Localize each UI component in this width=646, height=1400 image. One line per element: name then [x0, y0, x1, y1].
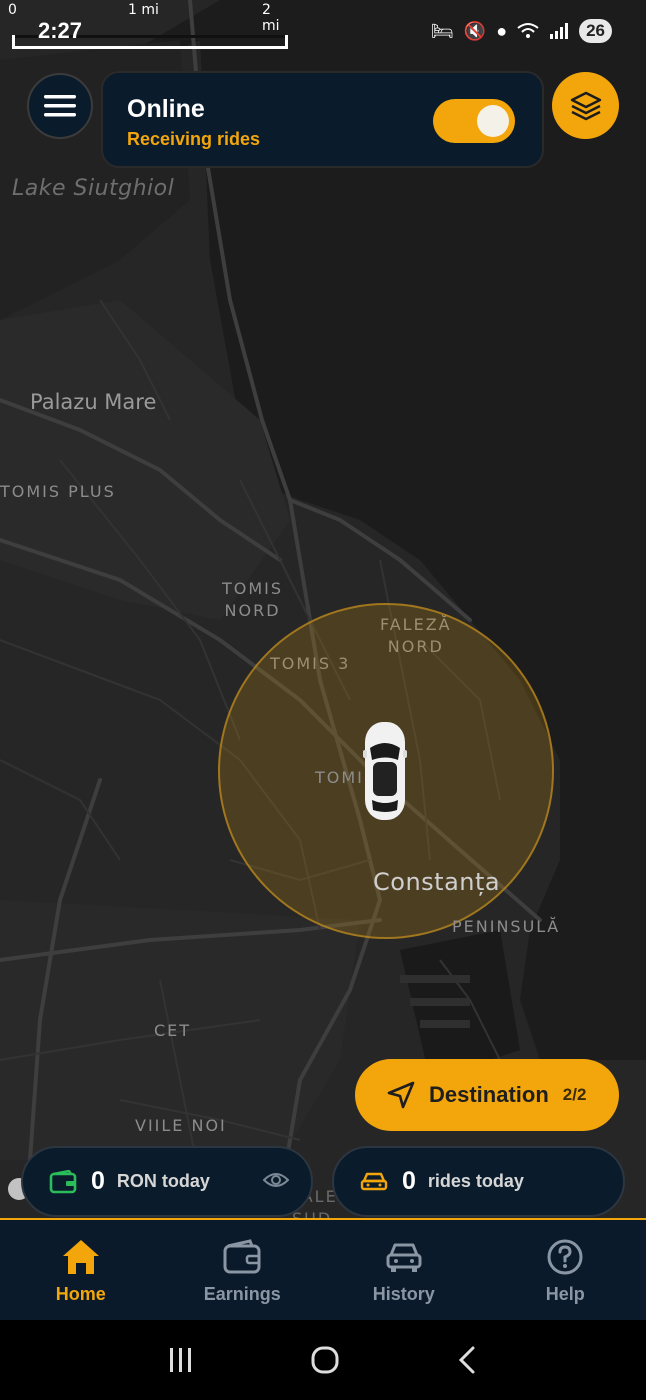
layers-icon	[570, 91, 601, 120]
wifi-icon	[517, 23, 539, 38]
map-label-lake: Lake Siutghiol	[12, 176, 175, 201]
wallet-icon	[223, 1239, 261, 1274]
toggle-knob	[477, 105, 509, 137]
online-status-card: Online Receiving rides	[101, 71, 544, 168]
earnings-label: RON today	[116, 1171, 210, 1191]
scale-end: 2 mi	[262, 2, 280, 34]
destination-label: Destination	[429, 1082, 549, 1107]
rides-value: 0	[402, 1167, 416, 1195]
earnings-value: 0	[91, 1167, 105, 1195]
earnings-today-card[interactable]: 0 RON today	[21, 1146, 313, 1217]
rides-today-card[interactable]: 0 rides today	[332, 1146, 625, 1217]
rides-label: rides today	[427, 1171, 524, 1191]
destination-button[interactable]: Destination 2/2	[355, 1059, 619, 1131]
system-nav-bar	[0, 1320, 646, 1400]
online-status-title: Online	[127, 95, 205, 123]
signal-icon	[550, 23, 569, 39]
map-label-constanta: Constanța	[373, 868, 501, 896]
eye-icon[interactable]	[263, 1170, 289, 1190]
home-circle-icon[interactable]	[310, 1345, 340, 1375]
nav-earnings[interactable]: Earnings	[162, 1220, 324, 1320]
nav-help-label: Help	[545, 1284, 585, 1304]
bottom-nav: Home Earnings History Help	[0, 1218, 646, 1320]
back-icon[interactable]	[455, 1345, 479, 1375]
status-icons: 🛏 🔇 ● 26	[431, 16, 612, 46]
hamburger-icon	[44, 95, 76, 117]
recent-apps-icon[interactable]	[167, 1346, 195, 1374]
nav-home-label: Home	[55, 1284, 106, 1304]
mute-icon: 🔇	[463, 20, 487, 41]
car-marker-icon	[363, 722, 407, 820]
map-label-peninsula: PENINSULĂ	[452, 917, 561, 936]
car-icon	[360, 1172, 388, 1190]
nav-history[interactable]: History	[323, 1220, 485, 1320]
online-status-subtitle: Receiving rides	[127, 129, 261, 149]
map-layers-button[interactable]	[552, 72, 619, 139]
map-label-tomis-nord-line2: NORD	[224, 601, 281, 620]
battery-icon: 26	[579, 19, 612, 43]
map-label-viile-noi: VIILE NOI	[135, 1116, 227, 1135]
navigation-arrow-icon	[387, 1081, 415, 1109]
status-bar: 0 1 mi 2 mi 2:27 🛏 🔇 ● 26	[0, 0, 646, 60]
map-label-tomis-nord-line1: TOMIS	[222, 579, 284, 598]
map-label-tomis-plus: TOMIS PLUS	[0, 482, 116, 501]
scale-start: 0	[8, 2, 17, 18]
destination-count: 2/2	[562, 1085, 587, 1104]
menu-button[interactable]	[27, 73, 93, 139]
map-label-palazu: Palazu Mare	[30, 390, 157, 414]
map-label-tomis-nord: TOMIS NORD	[222, 578, 283, 622]
map-label-tomi: TOMI	[315, 768, 364, 787]
online-toggle[interactable]	[433, 99, 515, 143]
nav-home[interactable]: Home	[0, 1220, 162, 1320]
bed-icon: 🛏	[430, 20, 454, 41]
location-icon: ●	[496, 20, 508, 41]
map-view[interactable]: Lake Siutghiol Palazu Mare TOMIS PLUS TO…	[0, 0, 646, 1220]
nav-earnings-label: Earnings	[203, 1284, 281, 1304]
nav-history-label: History	[372, 1284, 435, 1304]
nav-help[interactable]: Help	[485, 1220, 646, 1320]
car-icon	[386, 1243, 422, 1272]
wallet-icon	[49, 1169, 77, 1193]
map-label-cet: CET	[154, 1021, 192, 1040]
home-icon	[62, 1240, 99, 1274]
scale-mid: 1 mi	[128, 2, 159, 18]
status-time: 2:27	[38, 18, 83, 43]
help-icon	[547, 1239, 583, 1275]
